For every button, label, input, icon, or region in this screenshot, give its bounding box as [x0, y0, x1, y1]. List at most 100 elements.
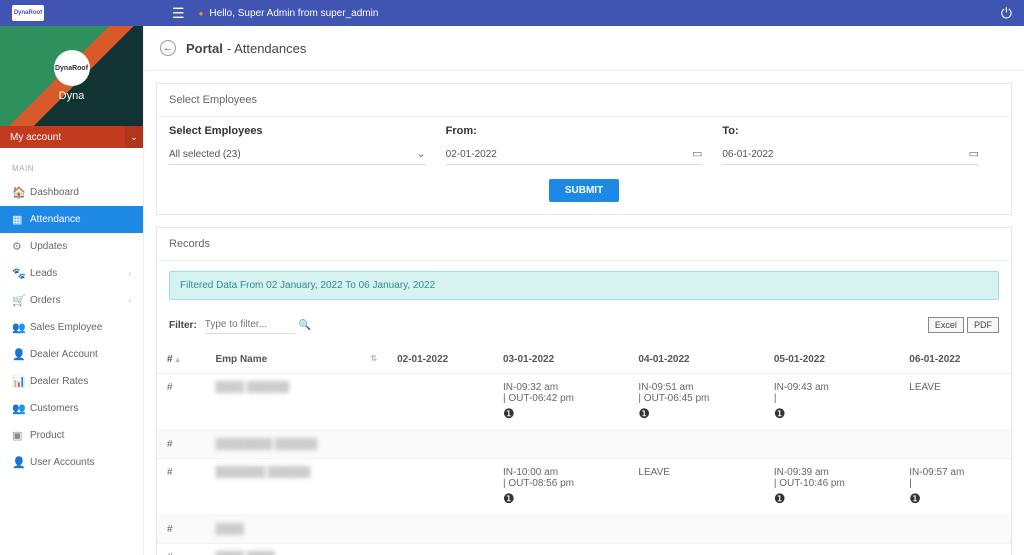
info-icon[interactable]: ❶ — [774, 491, 786, 507]
attendance-cell: IN-09:39 am| OUT-10:46 pm❶ — [764, 459, 899, 516]
records-alert: Filtered Data From 02 January, 2022 To 0… — [169, 271, 999, 300]
sidebar-item-sales-employee[interactable]: 👥Sales Employee — [0, 314, 143, 341]
my-account-toggle[interactable]: My account ⌄ — [0, 126, 143, 148]
emp-name: ████ ████ — [206, 544, 388, 555]
nav-label: Orders — [30, 295, 61, 306]
table-row: #████ — [157, 516, 1011, 544]
nav-label: Leads — [30, 268, 57, 279]
attendance-cell: IN-09:32 am| OUT-06:42 pm❶ — [493, 374, 628, 431]
main-content: ← Portal - Attendances Select Employees … — [144, 26, 1024, 555]
attendance-cell: IN-09:51 am| OUT-06:45 pm❶ — [628, 374, 763, 431]
sidebar-item-user-accounts[interactable]: 👤User Accounts — [0, 449, 143, 476]
sidebar-item-customers[interactable]: 👥Customers — [0, 395, 143, 422]
nav-icon: 👥 — [12, 321, 30, 334]
sidebar-item-orders[interactable]: 🛒Orders › — [0, 287, 143, 314]
nav-label: Dealer Rates — [30, 376, 88, 387]
nav-icon: ▣ — [12, 429, 30, 442]
nav-label: Product — [30, 430, 64, 441]
topbar: DynaRoof ☰ ● Hello, Super Admin from sup… — [0, 0, 1024, 26]
select-employees-label: Select Employees — [169, 125, 426, 137]
filter-input[interactable] — [205, 316, 295, 334]
nav-icon: 👤 — [12, 456, 30, 469]
from-date-input[interactable] — [446, 145, 703, 165]
nav-label: User Accounts — [30, 457, 94, 468]
nav-icon: 👤 — [12, 348, 30, 361]
status-dot-icon: ● — [199, 9, 204, 18]
export-excel-button[interactable]: Excel — [928, 317, 964, 333]
column-header[interactable]: Emp Name⇅ — [206, 346, 388, 374]
table-row: #███████ ██████IN-10:00 am| OUT-08:56 pm… — [157, 459, 1011, 516]
greeting-text: Hello, Super Admin from super_admin — [209, 8, 378, 19]
brand-name: Dyna — [59, 90, 85, 102]
filter-label: Filter: — [169, 320, 197, 331]
info-icon[interactable]: ❶ — [774, 406, 786, 422]
to-date-input[interactable] — [722, 145, 979, 165]
chevron-right-icon: › — [128, 269, 131, 278]
chevron-down-icon[interactable]: ⌄ — [416, 147, 425, 160]
brand-area: DynaRoof Dyna — [0, 26, 143, 126]
search-icon[interactable]: 🔍 — [299, 320, 311, 331]
nav-label: Dashboard — [30, 187, 79, 198]
sort-icon: ▴ — [176, 355, 180, 364]
records-table: #▴Emp Name⇅02-01-202203-01-202204-01-202… — [157, 346, 1011, 555]
table-row: #████ ████ — [157, 544, 1011, 555]
records-panel-title: Records — [157, 228, 1011, 261]
nav-label: Customers — [30, 403, 78, 414]
filter-panel-title: Select Employees — [157, 84, 1011, 117]
page-subtitle: - Attendances — [227, 41, 307, 56]
nav-label: Updates — [30, 241, 67, 252]
sort-icon: ⇅ — [370, 354, 377, 363]
sidebar-item-dealer-rates[interactable]: 📊Dealer Rates — [0, 368, 143, 395]
sidebar-item-updates[interactable]: ⚙Updates — [0, 233, 143, 260]
column-header[interactable]: 03-01-2022 — [493, 346, 628, 374]
page-header: ← Portal - Attendances — [144, 26, 1024, 71]
nav-label: Sales Employee — [30, 322, 102, 333]
sidebar-item-attendance[interactable]: ▦Attendance — [0, 206, 143, 233]
sidebar-item-product[interactable]: ▣Product — [0, 422, 143, 449]
nav-icon: ⚙ — [12, 240, 30, 253]
nav-section-title: MAIN — [0, 158, 143, 179]
calendar-icon[interactable]: ▭ — [969, 147, 979, 160]
calendar-icon[interactable]: ▭ — [692, 147, 702, 160]
nav-icon: 👥 — [12, 402, 30, 415]
emp-name: ████ — [206, 516, 388, 544]
info-icon[interactable]: ❶ — [503, 406, 515, 422]
emp-name: ████████ ██████ — [206, 431, 388, 459]
row-hash: # — [157, 459, 206, 516]
sidebar-item-leads[interactable]: 🐾Leads › — [0, 260, 143, 287]
records-panel: Records Filtered Data From 02 January, 2… — [156, 227, 1012, 555]
column-header[interactable]: 06-01-2022 — [899, 346, 1011, 374]
nav-icon: 🛒 — [12, 294, 30, 307]
from-label: From: — [446, 125, 703, 137]
chevron-right-icon: › — [128, 296, 131, 305]
table-row: #████ ██████IN-09:32 am| OUT-06:42 pm❶IN… — [157, 374, 1011, 431]
row-hash: # — [157, 544, 206, 555]
sidebar: DynaRoof Dyna My account ⌄ MAIN 🏠Dashboa… — [0, 26, 144, 555]
filter-panel: Select Employees Select Employees ⌄ From… — [156, 83, 1012, 215]
info-icon[interactable]: ❶ — [503, 491, 515, 507]
nav-label: Attendance — [30, 214, 81, 225]
column-header[interactable]: 05-01-2022 — [764, 346, 899, 374]
attendance-cell: LEAVE — [628, 459, 763, 516]
export-pdf-button[interactable]: PDF — [967, 317, 999, 333]
sidebar-item-dealer-account[interactable]: 👤Dealer Account — [0, 341, 143, 368]
to-label: To: — [722, 125, 979, 137]
page-title: Portal — [186, 41, 223, 56]
select-employees-input[interactable] — [169, 145, 426, 165]
submit-button[interactable]: SUBMIT — [549, 179, 619, 202]
row-hash: # — [157, 374, 206, 431]
chevron-down-icon: ⌄ — [125, 126, 143, 148]
nav-icon: 📊 — [12, 375, 30, 388]
info-icon[interactable]: ❶ — [638, 406, 650, 422]
attendance-cell: LEAVE — [899, 374, 1011, 431]
nav-icon: 🐾 — [12, 267, 30, 280]
info-icon[interactable]: ❶ — [909, 491, 921, 507]
sidebar-item-dashboard[interactable]: 🏠Dashboard — [0, 179, 143, 206]
power-icon[interactable]: ⏻ — [1001, 5, 1012, 22]
column-header[interactable]: 04-01-2022 — [628, 346, 763, 374]
row-hash: # — [157, 516, 206, 544]
hamburger-icon[interactable]: ☰ — [172, 5, 185, 22]
column-header[interactable]: 02-01-2022 — [387, 346, 493, 374]
column-header[interactable]: #▴ — [157, 346, 206, 374]
back-icon[interactable]: ← — [160, 40, 176, 56]
